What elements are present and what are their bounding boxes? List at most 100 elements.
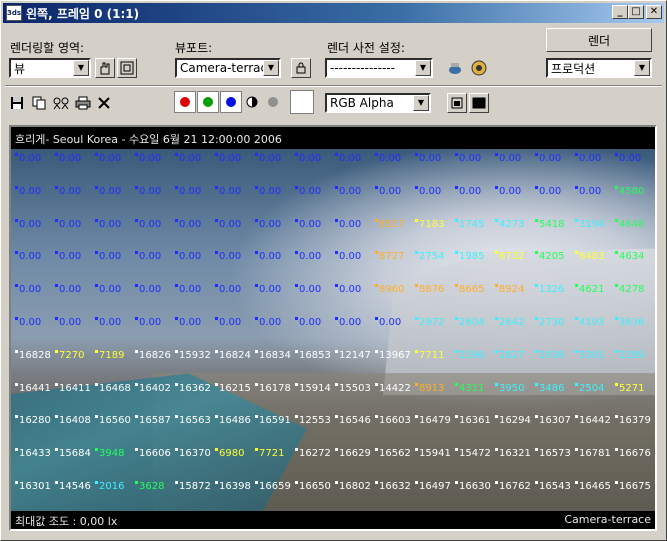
illuminance-value: 0.00 <box>575 153 601 164</box>
illuminance-value: 0.00 <box>335 251 361 262</box>
toggle-ui-button[interactable] <box>469 93 489 113</box>
illuminance-value: 16563 <box>175 415 211 426</box>
maximize-button[interactable]: □ <box>628 5 644 19</box>
red-channel-toggle[interactable] <box>174 91 196 113</box>
green-channel-toggle[interactable] <box>197 91 219 113</box>
render-area-select[interactable]: 뷰 ▼ <box>9 58 91 78</box>
illuminance-value: 0.00 <box>135 153 161 164</box>
illuminance-value: 6732 <box>495 251 524 262</box>
illuminance-value: 0.00 <box>175 219 201 230</box>
illuminance-value: 16272 <box>295 448 331 459</box>
auto-region-button[interactable] <box>117 58 137 78</box>
gray-circle-icon <box>268 97 278 107</box>
illuminance-value: 0.00 <box>215 153 241 164</box>
chevron-down-icon: ▼ <box>263 60 279 76</box>
illuminance-value: 2972 <box>415 317 444 328</box>
print-button[interactable] <box>73 93 93 113</box>
illuminance-value: 16294 <box>495 415 531 426</box>
illuminance-value: 16781 <box>575 448 611 459</box>
illuminance-value: 16362 <box>175 383 211 394</box>
illuminance-value: 6483 <box>575 251 604 262</box>
viewport-select[interactable]: Camera-terrace ▼ <box>175 58 281 78</box>
illuminance-value: 2604 <box>455 317 484 328</box>
illuminance-value: 4205 <box>535 251 564 262</box>
illuminance-value: 0.00 <box>135 317 161 328</box>
color-swatch[interactable] <box>290 90 314 114</box>
illuminance-value: 0.00 <box>15 219 41 230</box>
illuminance-value: 0.00 <box>135 186 161 197</box>
render-button[interactable]: 렌더 <box>546 28 652 52</box>
green-channel-icon <box>203 97 213 107</box>
illuminance-value: 7711 <box>415 350 444 361</box>
monitor-icon <box>472 97 486 109</box>
illuminance-value: 2754 <box>415 251 444 262</box>
illuminance-value: 0.00 <box>175 317 201 328</box>
render-viewport[interactable]: 흐리게- Seoul Korea - 수요일 6월 21 12:00:00 20… <box>9 125 657 531</box>
clone-button[interactable] <box>51 93 71 113</box>
teapot-icon <box>449 63 461 74</box>
illuminance-value: 0.00 <box>375 317 401 328</box>
illuminance-value: 15684 <box>55 448 91 459</box>
illuminance-value: 2730 <box>535 317 564 328</box>
copy-button[interactable] <box>29 93 49 113</box>
preset-value: --------------- <box>330 61 395 75</box>
preset-select[interactable]: --------------- ▼ <box>325 58 433 78</box>
display-mode-button[interactable] <box>447 93 467 113</box>
preset-label: 렌더 사전 설정: <box>327 41 405 55</box>
illuminance-value: 0.00 <box>455 153 481 164</box>
window-icon <box>451 97 463 109</box>
lock-viewport-button[interactable] <box>291 58 311 78</box>
illuminance-value: 2504 <box>575 383 604 394</box>
window-title: 왼쪽, 프레임 0 (1:1) <box>26 6 140 21</box>
clear-button[interactable] <box>94 93 114 113</box>
illuminance-value: 0.00 <box>135 284 161 295</box>
illuminance-value: 16441 <box>15 383 51 394</box>
illuminance-value: 16603 <box>375 415 411 426</box>
illuminance-value: 0.00 <box>255 153 281 164</box>
illuminance-value: 16675 <box>615 481 651 492</box>
illuminance-value: 2642 <box>495 317 524 328</box>
illuminance-value: 0.00 <box>295 317 321 328</box>
minimize-button[interactable]: _ <box>612 5 628 19</box>
illuminance-value: 4278 <box>615 284 644 295</box>
mono-toggle[interactable] <box>242 92 262 112</box>
illuminance-value: 15872 <box>175 481 211 492</box>
illuminance-value: 0.00 <box>95 186 121 197</box>
illuminance-value: 0.00 <box>295 251 321 262</box>
illuminance-value: 1326 <box>535 284 564 295</box>
illuminance-value: 1985 <box>455 251 484 262</box>
channel-select[interactable]: RGB Alpha ▼ <box>325 93 431 113</box>
render-mode-select[interactable]: 프로덕션 ▼ <box>546 58 652 78</box>
illuminance-value: 0.00 <box>15 153 41 164</box>
illuminance-value: 16650 <box>295 481 331 492</box>
environment-button[interactable] <box>469 58 489 78</box>
rendered-scene: 0.00 0.00 0.00 0.00 0.00 0.00 0.00 0.00 0.00 0.00… <box>11 149 655 511</box>
illuminance-value: 0.00 <box>95 219 121 230</box>
edit-region-button[interactable] <box>95 58 115 78</box>
viewport-value: Camera-terrace <box>180 61 263 75</box>
render-mode-value: 프로덕션 <box>551 61 596 76</box>
illuminance-value: 8665 <box>455 284 484 295</box>
illuminance-value: 0.00 <box>375 186 401 197</box>
title-bar[interactable]: 3ds 왼쪽, 프레임 0 (1:1) _ □ ✕ <box>3 3 664 23</box>
alpha-toggle[interactable] <box>263 92 283 112</box>
illuminance-value: 0.00 <box>255 284 281 295</box>
close-button[interactable]: ✕ <box>646 5 662 19</box>
illuminance-value: 16497 <box>415 481 451 492</box>
close-icon <box>98 97 110 109</box>
save-button[interactable] <box>7 93 27 113</box>
illuminance-value: 3948 <box>95 448 124 459</box>
illuminance-value: 4193 <box>575 317 604 328</box>
illuminance-value: 0.00 <box>295 284 321 295</box>
chevron-down-icon: ▼ <box>634 60 650 76</box>
illuminance-value: 0.00 <box>55 251 81 262</box>
half-circle-icon <box>246 96 258 108</box>
illuminance-value: 3636 <box>615 317 644 328</box>
illuminance-value: 0.00 <box>175 251 201 262</box>
max-illuminance-text: 최대값 조도 : 0,00 lx <box>15 515 118 528</box>
blue-channel-toggle[interactable] <box>220 91 242 113</box>
render-setup-button[interactable] <box>445 58 465 78</box>
illuminance-value: 16834 <box>255 350 291 361</box>
illuminance-value: 0.00 <box>335 153 361 164</box>
illuminance-value: 0.00 <box>295 186 321 197</box>
